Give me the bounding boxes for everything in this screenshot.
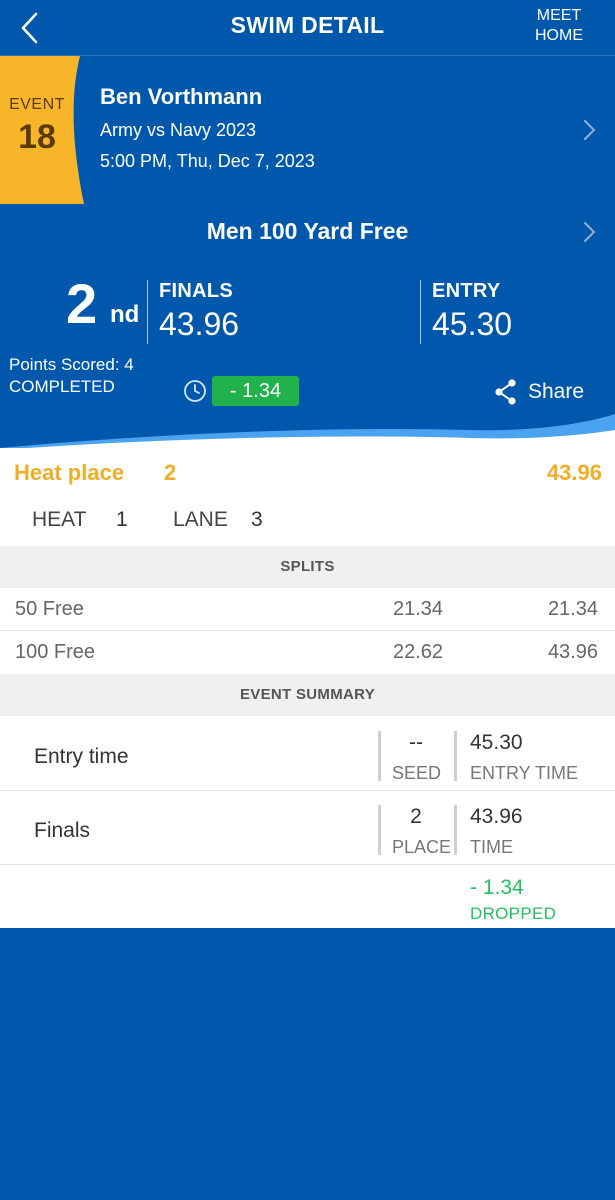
divider [378, 805, 381, 855]
divider [420, 280, 421, 344]
summary-label: Entry time [34, 745, 129, 768]
divider [378, 731, 381, 781]
dropped-label: DROPPED [470, 904, 557, 923]
finals-label: FINALS [159, 280, 234, 302]
split-row: 50 Free 21.34 21.34 [0, 588, 615, 631]
page-title: SWIM DETAIL [230, 12, 385, 38]
finals-time-value: 43.96 [470, 805, 523, 828]
split-time: 22.62 [393, 641, 444, 663]
seed-value: -- [409, 731, 423, 754]
summary-label: Finals [34, 819, 91, 842]
split-distance: 50 Free [15, 598, 84, 620]
entry-time: 45.30 [432, 306, 513, 342]
meet-home-label-line2: HOME [535, 27, 583, 44]
split-row: 100 Free 22.62 43.96 [0, 631, 615, 674]
heat-place-value: 2 [164, 460, 177, 485]
swimmer-name: Ben Vorthmann [100, 84, 263, 109]
heat-place-label: Heat place [14, 460, 125, 485]
entry-time-label: ENTRY TIME [470, 763, 579, 783]
lane-value: 3 [251, 508, 263, 531]
divider [147, 280, 148, 344]
chevron-right-icon [584, 120, 596, 140]
dropped-value: - 1.34 [470, 876, 524, 899]
seed-label: SEED [392, 763, 442, 783]
meet-home-button[interactable]: MEET HOME [529, 6, 589, 46]
summary-row-entry: Entry time -- SEED 45.30 ENTRY TIME [0, 717, 615, 791]
divider [454, 805, 457, 855]
meet-home-label-line1: MEET [536, 7, 582, 24]
place-suffix: nd [110, 301, 140, 328]
place-number: 2 [66, 272, 98, 335]
meet-datetime: 5:00 PM, Thu, Dec 7, 2023 [100, 151, 315, 171]
heat-label: HEAT [32, 508, 87, 531]
split-cumulative: 43.96 [547, 641, 598, 663]
event-number: 18 [18, 118, 56, 156]
event-badge: EVENT 18 [0, 56, 84, 204]
event-label: EVENT [9, 96, 65, 113]
points-status: Points Scored: 4 COMPLETED [9, 354, 134, 398]
event-title[interactable]: Men 100 Yard Free [0, 218, 615, 245]
swimmer-header[interactable]: EVENT 18 Ben Vorthmann Army vs Navy 2023… [0, 56, 615, 204]
chevron-right-icon[interactable] [580, 220, 600, 244]
heat-value: 1 [116, 508, 128, 531]
split-cumulative: 21.34 [547, 598, 598, 620]
top-nav-bar: SWIM DETAIL MEET HOME [0, 0, 615, 56]
meet-name: Army vs Navy 2023 [100, 120, 257, 140]
entry-label: ENTRY [432, 280, 501, 302]
status-text: COMPLETED [9, 377, 115, 396]
lane-label: LANE [173, 508, 228, 531]
place-label: PLACE [392, 837, 452, 857]
event-summary-header: EVENT SUMMARY [0, 674, 615, 716]
finals-time: 43.96 [159, 306, 240, 342]
finals-time-label: TIME [470, 837, 513, 857]
split-distance: 100 Free [15, 641, 96, 663]
points-scored: Points Scored: 4 [9, 355, 134, 374]
splits-header: SPLITS [0, 546, 615, 588]
heat-time: 43.96 [546, 460, 602, 485]
summary-row-finals: Finals 2 PLACE 43.96 TIME [0, 791, 615, 865]
place-value: 2 [410, 805, 422, 828]
divider [454, 731, 457, 781]
split-time: 21.34 [393, 598, 444, 620]
entry-time-value: 45.30 [470, 731, 523, 754]
